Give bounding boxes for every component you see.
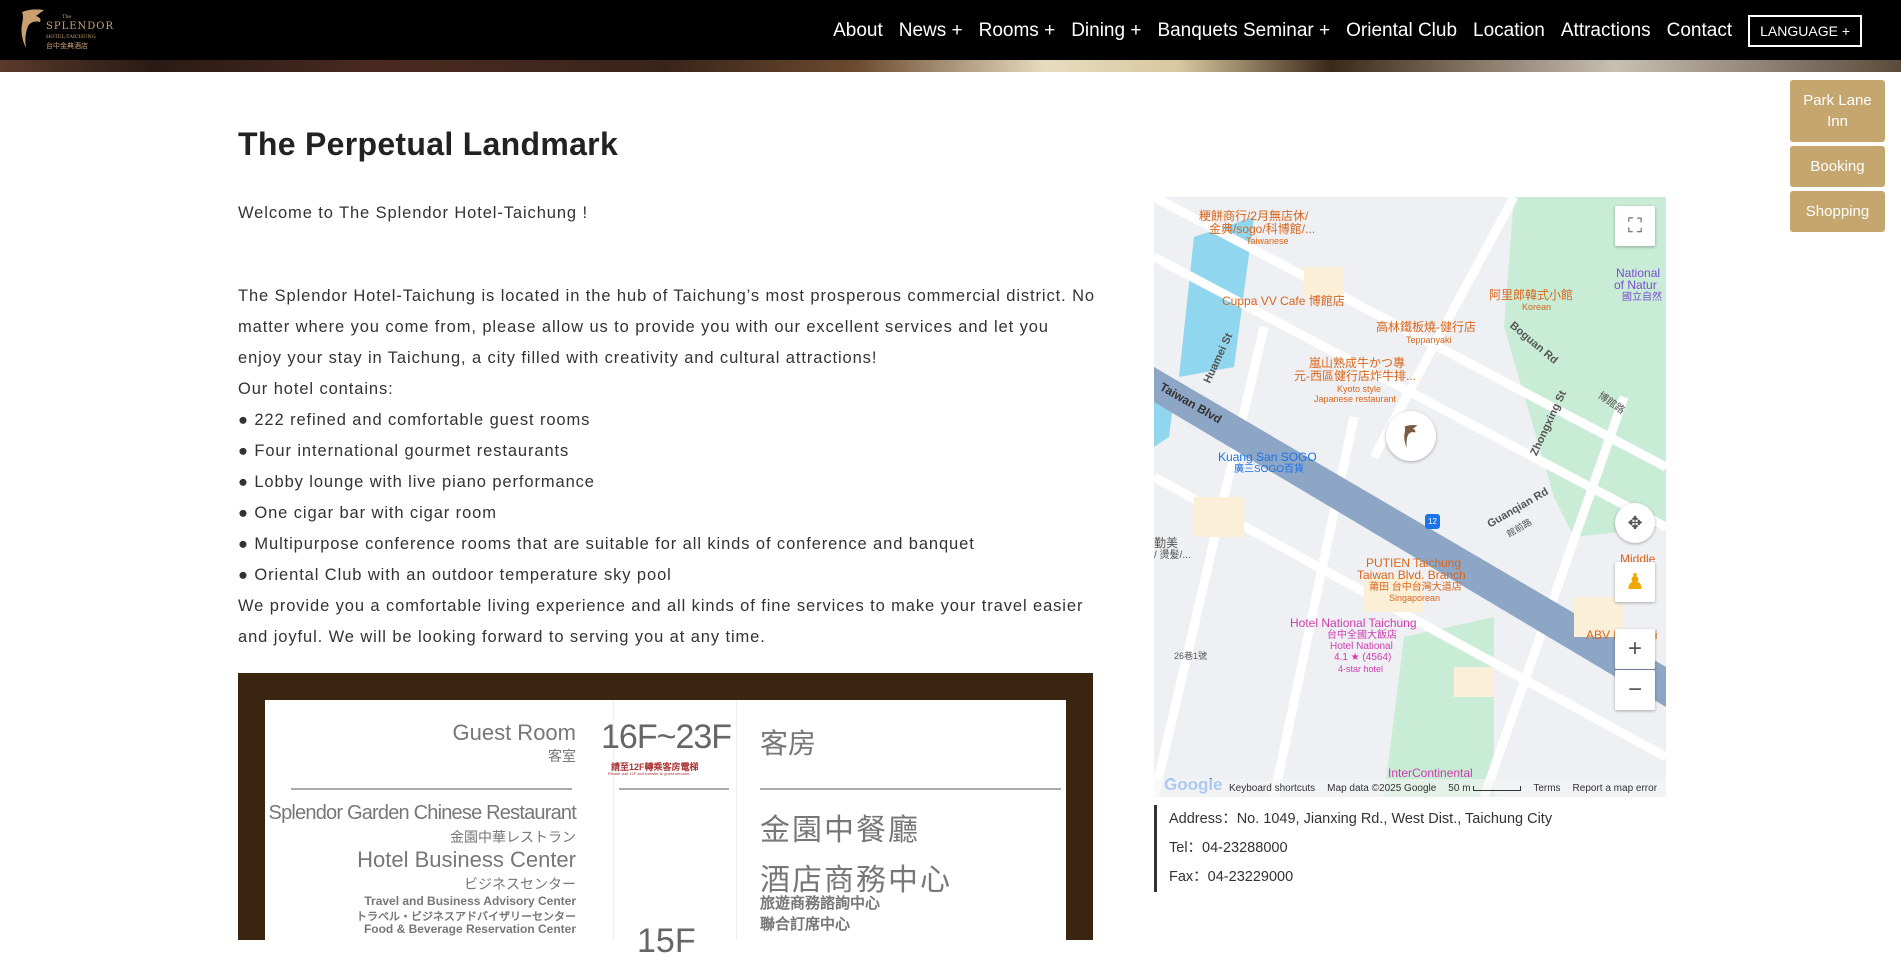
shopping-button[interactable]: Shopping <box>1790 191 1885 232</box>
nav-oriental-club[interactable]: Oriental Club <box>1346 20 1457 42</box>
intro-paragraph: The Splendor Hotel-Taichung is located i… <box>238 287 1095 367</box>
feature-item: ● Lobby lounge with live piano performan… <box>238 473 595 491</box>
floor-directory-image: Guest Room 客室 16F~23F 請至12F轉乘客房電梯 Please… <box>238 673 1093 960</box>
keyboard-shortcuts-link[interactable]: Keyboard shortcuts <box>1229 783 1315 794</box>
language-button[interactable]: LANGUAGE + <box>1748 15 1862 47</box>
pegman-icon[interactable]: ♟ <box>1615 562 1655 602</box>
feature-item: ● One cigar bar with cigar room <box>238 504 497 522</box>
booking-button[interactable]: Booking <box>1790 146 1885 187</box>
report-map-error-link[interactable]: Report a map error <box>1573 783 1657 794</box>
contact-info: Address：No. 1049, Jianxing Rd., West Dis… <box>1154 805 1552 892</box>
contains-label: Our hotel contains: <box>238 380 394 398</box>
nav-about[interactable]: About <box>833 20 883 42</box>
side-buttons: Park Lane Inn Booking Shopping <box>1790 80 1885 236</box>
intro-text: Welcome to The Splendor Hotel-Taichung !… <box>238 198 1098 653</box>
park-lane-inn-button[interactable]: Park Lane Inn <box>1790 80 1885 142</box>
floor-sign: Guest Room 客室 16F~23F 請至12F轉乘客房電梯 Please… <box>265 700 1066 960</box>
logo-swoosh-icon <box>21 9 44 49</box>
google-map[interactable]: 粳餅商行/2月無店休/ 金典/sogo/科博館/... Taiwanese Cu… <box>1154 197 1666 797</box>
nav-rooms[interactable]: Rooms + <box>979 20 1056 42</box>
nav-dining[interactable]: Dining + <box>1071 20 1141 42</box>
hotel-marker-icon[interactable] <box>1386 411 1436 461</box>
welcome-text: Welcome to The Splendor Hotel-Taichung ! <box>238 204 588 222</box>
feature-item: ● Multipurpose conference rooms that are… <box>238 535 975 553</box>
zoom-in-button[interactable]: + <box>1615 629 1655 669</box>
nav-contact[interactable]: Contact <box>1667 20 1732 42</box>
feature-item: ● 222 refined and comfortable guest room… <box>238 411 591 429</box>
hero-image-strip <box>0 60 1901 72</box>
feature-item: ● Four international gourmet restaurants <box>238 442 570 460</box>
fullscreen-icon[interactable]: ⛶ <box>1615 206 1655 246</box>
feature-item: ● Oriental Club with an outdoor temperat… <box>238 566 672 584</box>
terms-link[interactable]: Terms <box>1533 783 1560 794</box>
nav-location[interactable]: Location <box>1473 20 1545 42</box>
hotel-logo[interactable]: The SPLENDOR HOTEL-TAICHUNG 台中金典酒店 <box>18 6 113 54</box>
map-roads <box>1154 197 1666 797</box>
nav-attractions[interactable]: Attractions <box>1561 20 1651 42</box>
map-footer: Keyboard shortcuts Map data ©2025 Google… <box>1154 779 1666 797</box>
address-text: Address：No. 1049, Jianxing Rd., West Dis… <box>1169 811 1553 827</box>
page-title: The Perpetual Landmark <box>238 126 619 162</box>
top-navbar: The SPLENDOR HOTEL-TAICHUNG 台中金典酒店 About… <box>0 0 1901 60</box>
nav-news[interactable]: News + <box>899 20 963 42</box>
fax-text: Fax：04-23229000 <box>1169 869 1294 885</box>
camera-control-icon[interactable]: ✥ <box>1615 503 1655 543</box>
nav-banquets-seminar[interactable]: Banquets Seminar + <box>1157 20 1330 42</box>
map-data-text: Map data ©2025 Google <box>1327 782 1437 794</box>
map-scale: 50 m <box>1448 783 1522 794</box>
tel-text: Tel：04-23288000 <box>1169 840 1288 856</box>
closing-paragraph: We provide you a comfortable living expe… <box>238 597 1084 646</box>
zoom-out-button[interactable]: − <box>1615 670 1655 710</box>
